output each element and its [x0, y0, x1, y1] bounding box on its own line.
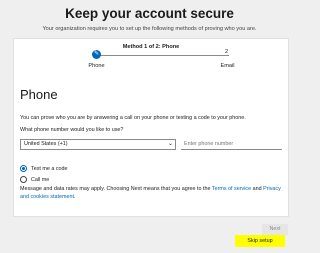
- progress-line: [96, 55, 229, 56]
- disclaimer-end: .: [73, 193, 76, 200]
- call-me-label: Call me: [31, 176, 50, 183]
- disclaimer-and: and: [251, 186, 264, 192]
- phone-number-input[interactable]: [181, 139, 282, 150]
- step2-label: Email: [220, 63, 235, 69]
- country-select[interactable]: United States (+1) ⌄: [20, 139, 176, 150]
- text-me-label: Text me a code: [31, 165, 68, 172]
- call-me-radio[interactable]: [20, 176, 27, 183]
- phone-question-text: What phone number would you like to use?: [20, 127, 124, 133]
- disclaimer-text: Message and data rates may apply. Choosi…: [20, 186, 285, 201]
- call-me-option[interactable]: Call me: [20, 175, 49, 184]
- disclaimer-prefix: Message and data rates may apply. Choosi…: [20, 186, 212, 192]
- method-step-title: Method 1 of 2: Phone: [122, 44, 180, 50]
- page-subtitle: Your organization requires you to set up…: [42, 26, 257, 32]
- phone-intro-text: You can prove who you are by answering a…: [20, 115, 246, 121]
- next-button[interactable]: Next: [262, 224, 288, 235]
- section-title: Phone: [20, 87, 58, 102]
- page-title: Keep your account secure: [65, 6, 234, 21]
- text-me-option[interactable]: Text me a code: [20, 164, 68, 173]
- skip-setup-link[interactable]: Skip setup: [235, 235, 285, 247]
- terms-link[interactable]: Terms of service: [212, 186, 251, 192]
- setup-card: Method 1 of 2: Phone ✎ 2 Phone Email Pho…: [13, 38, 289, 235]
- step2-number: 2: [225, 49, 229, 55]
- chevron-down-icon: ⌄: [167, 141, 173, 147]
- country-select-value: United States (+1): [24, 141, 68, 147]
- step1-label: Phone: [88, 63, 105, 69]
- pencil-icon: ✎: [92, 50, 101, 59]
- text-me-radio[interactable]: [20, 165, 27, 172]
